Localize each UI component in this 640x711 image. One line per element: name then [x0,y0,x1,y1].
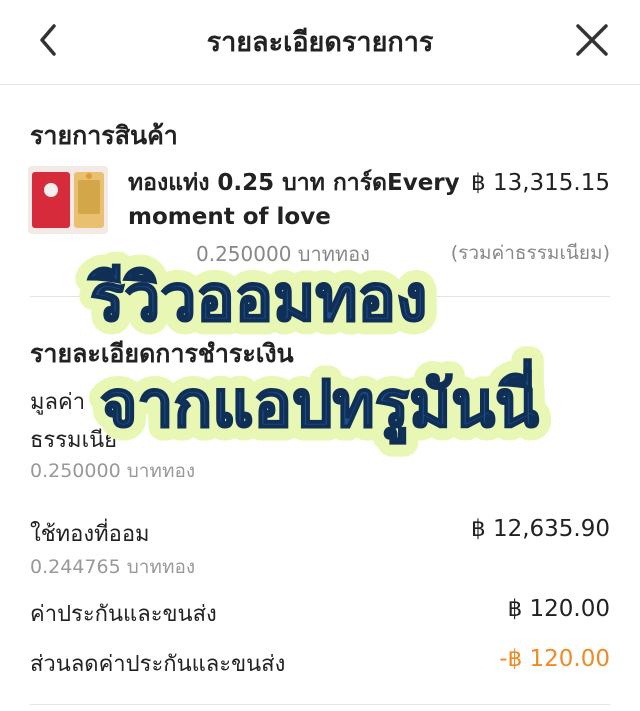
product-thumbnail[interactable] [28,166,108,234]
gold-value-label-line2: ธรรมเนีย [30,428,118,453]
product-weight: 0.250000 บาททอง [196,242,370,266]
page-title: รายละเอียดรายการ [206,27,434,58]
insurance-shipping-label: ค่าประกันและขนส่ง [30,602,217,627]
product-price: ฿ 13,315.15 [471,170,610,196]
product-section-title: รายการสินค้า [30,121,178,150]
gold-value-weight: 0.250000 บาททอง [30,460,196,482]
header-bar: รายละเอียดรายการ [0,0,640,85]
used-savings-value: ฿ 12,635.90 [471,516,610,542]
payment-section-title: รายละเอียดการชำระเงิน [30,339,294,368]
close-icon [576,24,608,56]
overlay-line1-outline: รีวิวออมทอง [87,262,427,336]
close-button[interactable] [572,20,612,60]
used-savings-label: ใช้ทองที่ออม [30,522,150,547]
insurance-discount-label: ส่วนลดค่าประกันและขนส่ง [30,652,286,677]
gold-value-label: มูลค่า [30,390,86,415]
fee-note: (รวมค่าธรรมเนียม) [450,242,610,264]
used-savings-weight: 0.244765 บาททอง [30,556,196,578]
product-name: ทองแท่ง 0.25 บาท การ์ดEvery moment of lo… [128,170,460,230]
insurance-discount-value: -฿ 120.00 [499,646,610,672]
divider [30,704,610,705]
divider [30,296,610,297]
gold-card-image [28,166,108,234]
insurance-shipping-value: ฿ 120.00 [507,596,610,622]
overlay-line1: รีวิวออมทอง [87,262,427,336]
